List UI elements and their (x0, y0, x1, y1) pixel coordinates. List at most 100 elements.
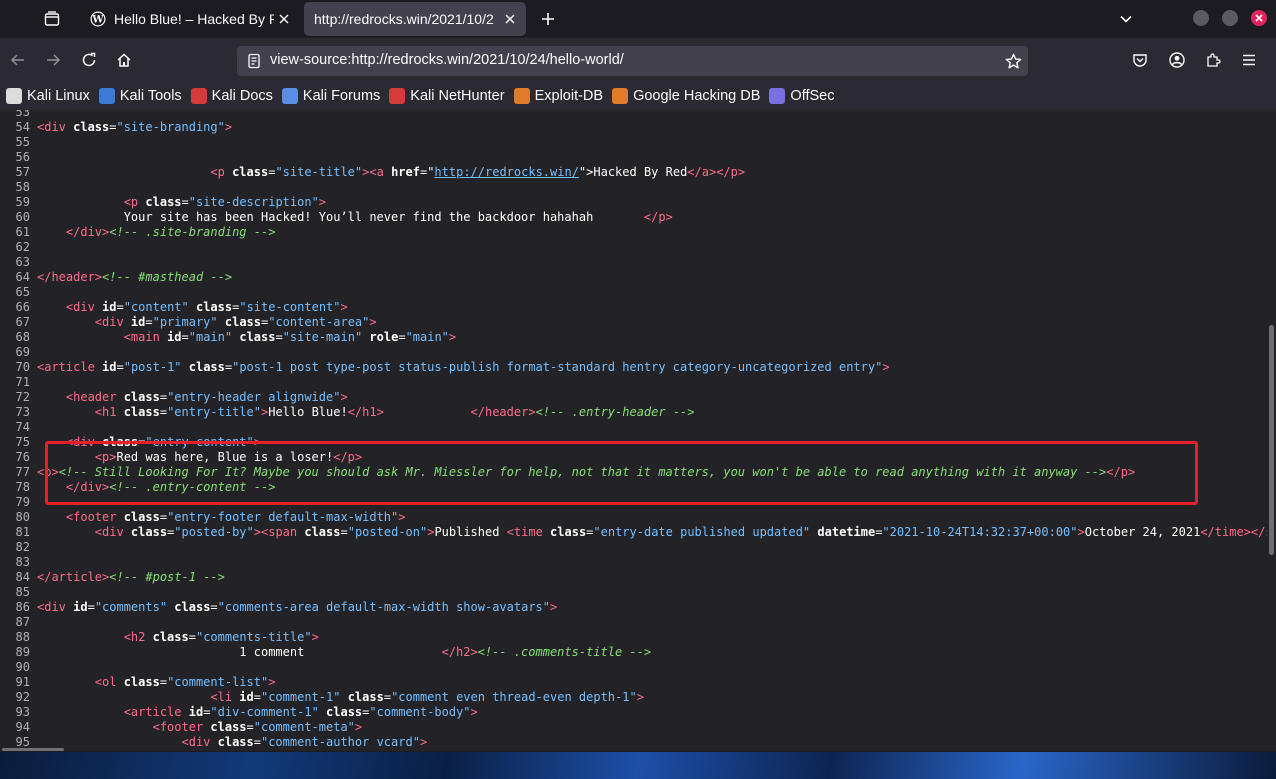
forward-button[interactable] (39, 46, 67, 74)
bookmark-kali-docs[interactable]: Kali Docs (189, 84, 278, 108)
source-line: 62 (0, 240, 1267, 255)
bookmark-star-icon[interactable] (1004, 52, 1022, 70)
chevron-down-icon (1120, 15, 1132, 23)
source-token: <div (37, 600, 74, 614)
source-token: = (159, 405, 168, 419)
source-token: </article> (37, 570, 110, 584)
maximize-button[interactable] (1222, 10, 1238, 26)
minimize-button[interactable] (1193, 10, 1209, 26)
close-icon (279, 14, 289, 24)
source-token: = (116, 300, 124, 314)
source-token: 1 comment (37, 645, 442, 659)
google-hacking-db-icon (612, 88, 629, 104)
bookmark-google-hacking-db[interactable]: Google Hacking DB (610, 84, 765, 108)
line-number: 72 (15, 390, 30, 404)
window-close-button[interactable] (1251, 10, 1267, 26)
source-token (37, 525, 95, 539)
bookmark-kali-forums[interactable]: Kali Forums (280, 84, 385, 108)
url-bar[interactable]: view-source:http://redrocks.win/2021/10/… (237, 46, 1028, 76)
source-token: <article (37, 360, 103, 374)
source-token: = (383, 690, 392, 704)
line-number: 62 (15, 240, 30, 254)
view-source-content: 53 54 <div class="site-branding"> 55 56 57 <p… (0, 110, 1267, 751)
puzzle-icon (1207, 53, 1221, 67)
bookmark-kali-linux[interactable]: Kali Linux (4, 84, 95, 108)
line-number: 74 (15, 420, 30, 434)
source-token: "posted-by" (174, 525, 254, 539)
pocket-button[interactable] (1126, 46, 1154, 74)
line-number: 81 (15, 525, 30, 539)
desktop-wallpaper (0, 752, 1276, 779)
source-token: class (550, 525, 587, 539)
source-line: 68 <main id="main" class="site-main" rol… (0, 330, 1267, 345)
source-token: </a> (687, 165, 717, 179)
bookmark-label: Kali Forums (302, 88, 381, 104)
source-token: > (224, 120, 233, 134)
line-number: 71 (15, 375, 30, 389)
tab-bar: W Hello Blue! – Hacked By Red http://red… (0, 0, 1276, 38)
source-token: <!-- .entry-header --> (535, 405, 695, 419)
source-line: 84 </article><!-- #post-1 --> (0, 570, 1267, 585)
source-line: 56 (0, 150, 1267, 165)
tab-view-source[interactable]: http://redrocks.win/2021/10/24/hello-wor… (304, 2, 526, 36)
source-token: = (181, 330, 189, 344)
close-tab-button[interactable] (502, 11, 518, 27)
source-token: ">Hacked By Red (578, 165, 688, 179)
source-token (182, 360, 189, 374)
source-token: class (347, 690, 384, 704)
vertical-scrollbar[interactable] (1267, 110, 1276, 751)
source-line: 88 <h2 class="comments-title"> (0, 630, 1267, 645)
arrow-left-icon (10, 54, 24, 66)
source-line: 58 (0, 180, 1267, 195)
source-link[interactable]: http://redrocks.win/ (434, 165, 579, 179)
bookmark-kali-tools[interactable]: Kali Tools (97, 84, 187, 108)
line-number: 86 (15, 600, 30, 614)
source-token: id (239, 690, 254, 704)
source-line: 82 (0, 540, 1267, 555)
tab-overflow-button[interactable] (1112, 5, 1140, 33)
vertical-scroll-thumb[interactable] (1269, 325, 1274, 555)
source-line: 83 (0, 555, 1267, 570)
source-token (37, 315, 95, 329)
list-all-tabs-button[interactable] (38, 5, 66, 33)
source-token: datetime (817, 525, 876, 539)
source-token: "post-1" (123, 360, 182, 374)
source-line: 54 <div class="site-branding"> (0, 120, 1267, 135)
source-token: <!-- #masthead --> (102, 270, 233, 284)
source-token: <span (261, 525, 305, 539)
bookmark-kali-nethunter[interactable]: Kali NetHunter (387, 84, 509, 108)
tab-hello-blue[interactable]: W Hello Blue! – Hacked By Red (80, 2, 300, 36)
source-token: </h2> (441, 645, 478, 659)
source-token: "2021-10-24T14:32:37+00:00" (882, 525, 1078, 539)
line-number: 69 (15, 345, 30, 359)
reload-button[interactable] (75, 46, 103, 74)
menu-button[interactable] (1235, 46, 1263, 74)
source-token: class (123, 510, 160, 524)
line-number: 59 (15, 195, 30, 209)
source-token (37, 675, 95, 689)
source-token (37, 330, 124, 344)
source-line: 57 <p class="site-title"><a href="http:/… (0, 165, 1267, 180)
source-token: "site-title" (275, 165, 363, 179)
new-tab-button[interactable] (534, 5, 562, 33)
source-token: Published (434, 525, 507, 539)
line-number: 73 (15, 405, 30, 419)
source-line: 60 Your site has been Hacked! You’ll nev… (0, 210, 1267, 225)
bookmark-offsec[interactable]: OffSec (767, 84, 839, 108)
extensions-button[interactable] (1199, 46, 1227, 74)
line-number: 87 (15, 615, 30, 629)
exploit-db-icon (513, 88, 530, 104)
home-button[interactable] (110, 46, 138, 74)
account-button[interactable] (1163, 46, 1191, 74)
home-icon (117, 53, 131, 67)
horizontal-scroll-thumb[interactable] (2, 748, 64, 751)
tabs-list-icon (44, 11, 60, 26)
close-tab-button[interactable] (276, 11, 292, 27)
source-token: "site-content" (239, 300, 341, 314)
source-token: = (145, 315, 153, 329)
page-info-icon[interactable] (245, 52, 263, 70)
source-token: class (123, 405, 160, 419)
source-token: <div (94, 315, 131, 329)
back-button[interactable] (4, 46, 32, 74)
bookmark-exploit-db[interactable]: Exploit-DB (512, 84, 609, 108)
